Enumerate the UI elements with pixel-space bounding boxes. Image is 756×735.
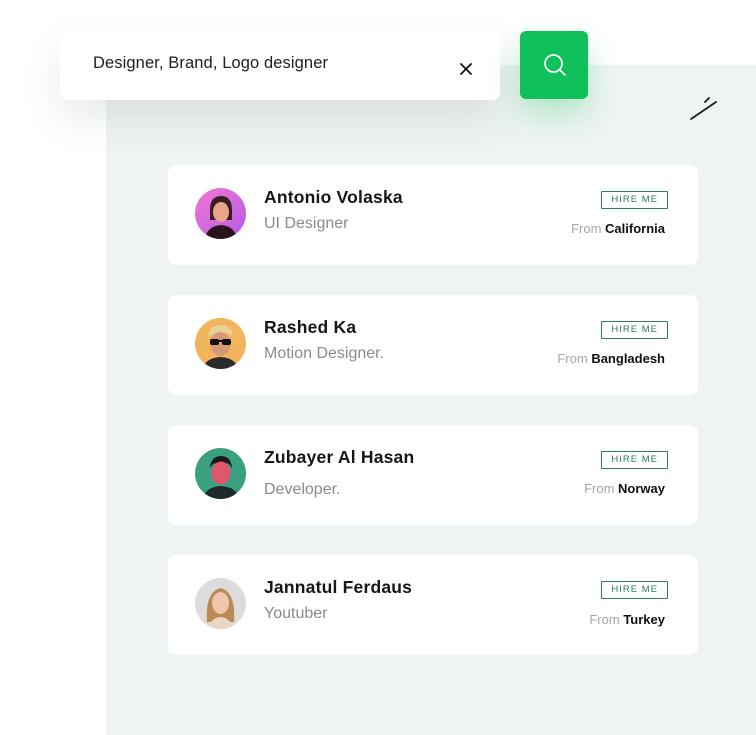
profile-card[interactable]: Zubayer Al Hasan Developer. HIRE ME From… [168,425,698,525]
search-button[interactable] [520,31,588,99]
location-name: Turkey [623,612,665,627]
profile-card[interactable]: Antonio Volaska UI Designer HIRE ME From… [168,165,698,265]
location-name: California [605,221,665,236]
person-role: Youtuber [264,605,328,622]
search-icon [544,54,566,76]
avatar [195,578,246,629]
profile-card[interactable]: Rashed Ka Motion Designer. HIRE ME From … [168,295,698,395]
person-name: Rashed Ka [264,317,357,337]
hire-me-button[interactable]: HIRE ME [601,191,668,209]
hire-me-button[interactable]: HIRE ME [601,451,668,469]
avatar [195,188,246,239]
from-label: From [571,221,602,236]
location: From Norway [584,481,665,496]
location-name: Norway [618,481,665,496]
pencil-icon[interactable] [688,95,720,123]
person-role: UI Designer [264,215,349,232]
person-name: Antonio Volaska [264,187,403,207]
location: From California [571,221,665,236]
person-name: Jannatul Ferdaus [264,577,413,597]
location: From Turkey [589,612,665,627]
profile-card[interactable]: Jannatul Ferdaus Youtuber HIRE ME From T… [168,555,698,655]
location: From Bangladesh [557,351,665,366]
search-input[interactable]: Designer, Brand, Logo designer [93,54,328,73]
from-label: From [557,351,588,366]
hire-me-button[interactable]: HIRE ME [601,321,668,339]
close-icon[interactable] [456,59,476,79]
from-label: From [584,481,615,496]
person-name: Zubayer Al Hasan [264,447,415,467]
person-role: Developer. [264,481,341,498]
avatar [195,448,246,499]
location-name: Bangladesh [591,351,665,366]
search-bar[interactable]: Designer, Brand, Logo designer [60,30,500,100]
from-label: From [589,612,620,627]
person-role: Motion Designer. [264,345,385,362]
hire-me-button[interactable]: HIRE ME [601,581,668,599]
avatar [195,318,246,369]
